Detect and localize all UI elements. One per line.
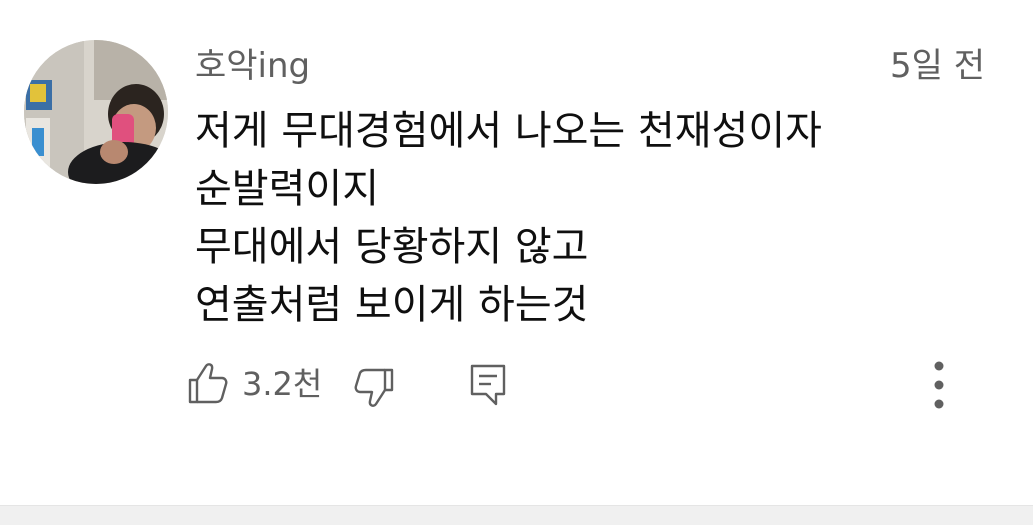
comment-body: 저게 무대경험에서 나오는 천재성이자 순발력이지 무대에서 당황하지 않고 연…	[195, 102, 975, 334]
reply-comment-icon	[470, 364, 506, 406]
avatar-photo	[24, 40, 168, 184]
comment-line: 저게 무대경험에서 나오는 천재성이자	[195, 108, 822, 154]
comment-item: 호악ing 5일 전 저게 무대경험에서 나오는 천재성이자 순발력이지 무대에…	[0, 0, 1033, 505]
comment-timestamp[interactable]: 5일 전	[890, 44, 985, 88]
comment-line: 무대에서 당황하지 않고	[195, 224, 589, 270]
thumbs-down-icon	[354, 368, 394, 407]
comment-line: 순발력이지	[195, 166, 379, 212]
like-count: 3.2천	[242, 365, 323, 403]
section-divider	[0, 505, 1033, 525]
dislike-button[interactable]	[352, 358, 396, 410]
reply-button[interactable]	[466, 358, 510, 410]
author-name[interactable]: 호악ing	[195, 44, 310, 88]
comment-line: 연출처럼 보이게 하는것	[195, 282, 589, 328]
more-actions-button[interactable]	[918, 356, 960, 416]
thumbs-up-icon	[188, 363, 228, 404]
like-button[interactable]	[186, 358, 230, 410]
more-vertical-icon	[934, 361, 944, 409]
avatar[interactable]	[24, 40, 168, 184]
